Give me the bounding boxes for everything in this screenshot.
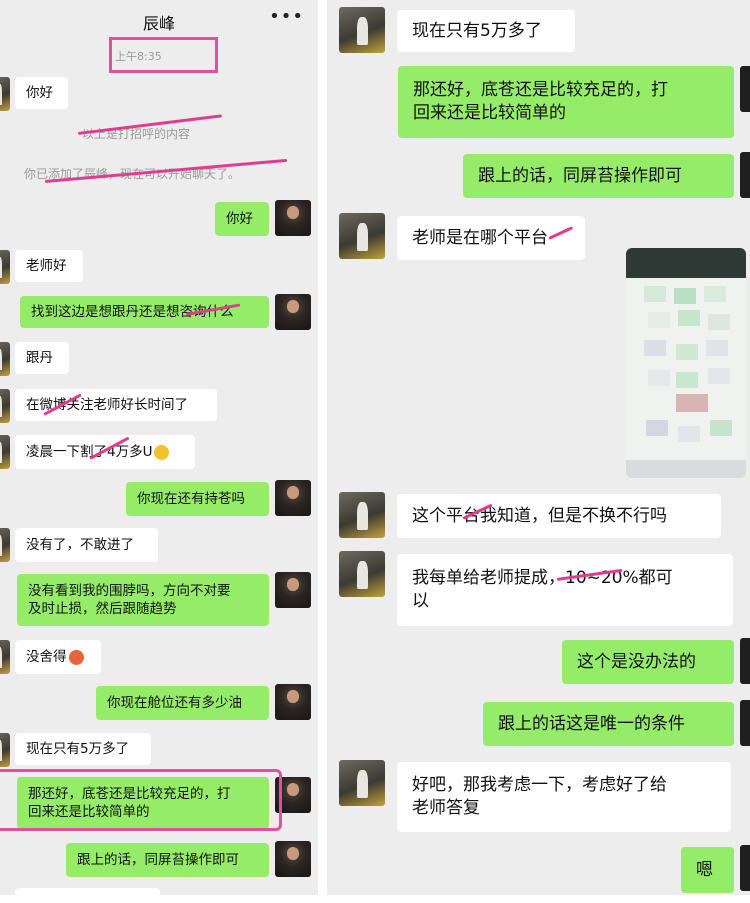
message-bubble-outgoing: 找到这边是想跟丹还是想咨询什么 [20,296,269,328]
highlight-box-message [0,769,282,831]
message-text-line2: 回来还是比较简单的 [413,103,566,123]
message-bubble-incoming: 跟丹 [15,342,69,374]
avatar[interactable] [740,66,750,112]
avatar[interactable] [0,389,10,423]
avatar[interactable] [339,492,385,538]
more-icon[interactable]: ••• [269,6,304,27]
highlight-box-timestamp [109,37,218,73]
avatar[interactable] [275,294,311,330]
message-text-line1: 我每单给老师提成，10~20%都可 [412,568,673,589]
avatar[interactable] [339,760,385,806]
message-bubble-incoming: 好吧，那我考虑一下，考虑好了给 老师答复 [397,762,731,832]
message-bubble-outgoing: 跟上的话这是唯一的条件 [483,702,734,746]
avatar[interactable] [339,7,385,53]
avatar[interactable] [339,551,385,597]
message-bubble-outgoing: 跟上的话，同屏苔操作即可 [66,843,269,877]
avatar[interactable] [0,435,10,469]
chat-screenshot-right: 现在只有5万多了 那还好，底苍还是比较充足的，打 回来还是比较简单的 跟上的话，… [327,0,750,895]
avatar[interactable] [275,480,311,516]
message-bubble-incoming: 我每单给老师提成，10~20%都可 以 [397,554,733,626]
message-text: 没舍得 [26,648,67,665]
message-bubble-outgoing: 你现在舱位还有多少油 [96,686,269,720]
message-bubble-outgoing: 跟上的话，同屏苔操作即可 [463,154,734,198]
message-bubble-incoming: 没舍得 [15,640,101,674]
message-bubble-incoming: 没有了，不敢进了 [15,528,158,562]
message-bubble-incoming: 老师好 [15,250,83,282]
message-text-line2: 以 [412,591,429,611]
message-bubble-incoming: 现在只有5万多了 [397,10,575,52]
message-bubble-incoming: 这个平台我知道，但是不换不行吗 [397,494,721,538]
chat-screenshot-left: 辰峰 ••• 上午8:35 你好 以上是打招呼的内容 你已添加了辰峰，现在可以开… [0,0,318,895]
avatar[interactable] [0,528,10,562]
blurred-screenshot-image[interactable] [626,248,746,478]
message-bubble-outgoing: 那还好，底苍还是比较充足的，打 回来还是比较简单的 [398,66,734,138]
avatar[interactable] [740,700,750,746]
message-bubble-incoming: 在微博关注老师好长时间了 [15,389,217,421]
avatar[interactable] [275,200,311,236]
crying-face-icon [154,444,170,460]
avatar[interactable] [0,640,10,674]
message-text-line2: 老师答复 [412,798,480,818]
avatar[interactable] [740,845,750,891]
message-bubble-outgoing: 你现在还有持苍吗 [126,482,269,516]
avatar[interactable] [740,638,750,684]
message-text-line1: 那还好，底苍还是比较充足的，打 [413,80,668,101]
avatar[interactable] [275,841,311,877]
message-text-line1: 没有看到我的围脖吗，方向不对要 [28,582,231,599]
message-bubble-outgoing: 这个是没办法的 [562,640,734,684]
message-bubble-incoming: 你好 [15,77,68,109]
avatar[interactable] [0,733,10,767]
message-bubble-outgoing: 没有看到我的围脖吗，方向不对要 及时止损，然后跟随趋势 [17,574,269,626]
avatar[interactable] [740,152,750,198]
message-bubble-outgoing: 你好 [215,202,269,236]
message-bubble-incoming: 现在只有5万多了 [15,733,151,765]
avatar[interactable] [275,684,311,720]
avatar[interactable] [0,342,10,376]
grimacing-face-icon [68,649,84,665]
message-text-line1: 好吧，那我考虑一下，考虑好了给 [412,775,667,796]
message-bubble-incoming-cut [15,888,160,895]
avatar[interactable] [0,77,10,111]
message-text-line2: 及时止损，然后跟随趋势 [28,601,177,617]
avatar[interactable] [275,572,311,608]
message-bubble-outgoing: 嗯 [681,847,734,893]
avatar[interactable] [339,213,385,259]
message-bubble-incoming: 老师是在哪个平台 [397,216,585,260]
avatar[interactable] [0,250,10,284]
